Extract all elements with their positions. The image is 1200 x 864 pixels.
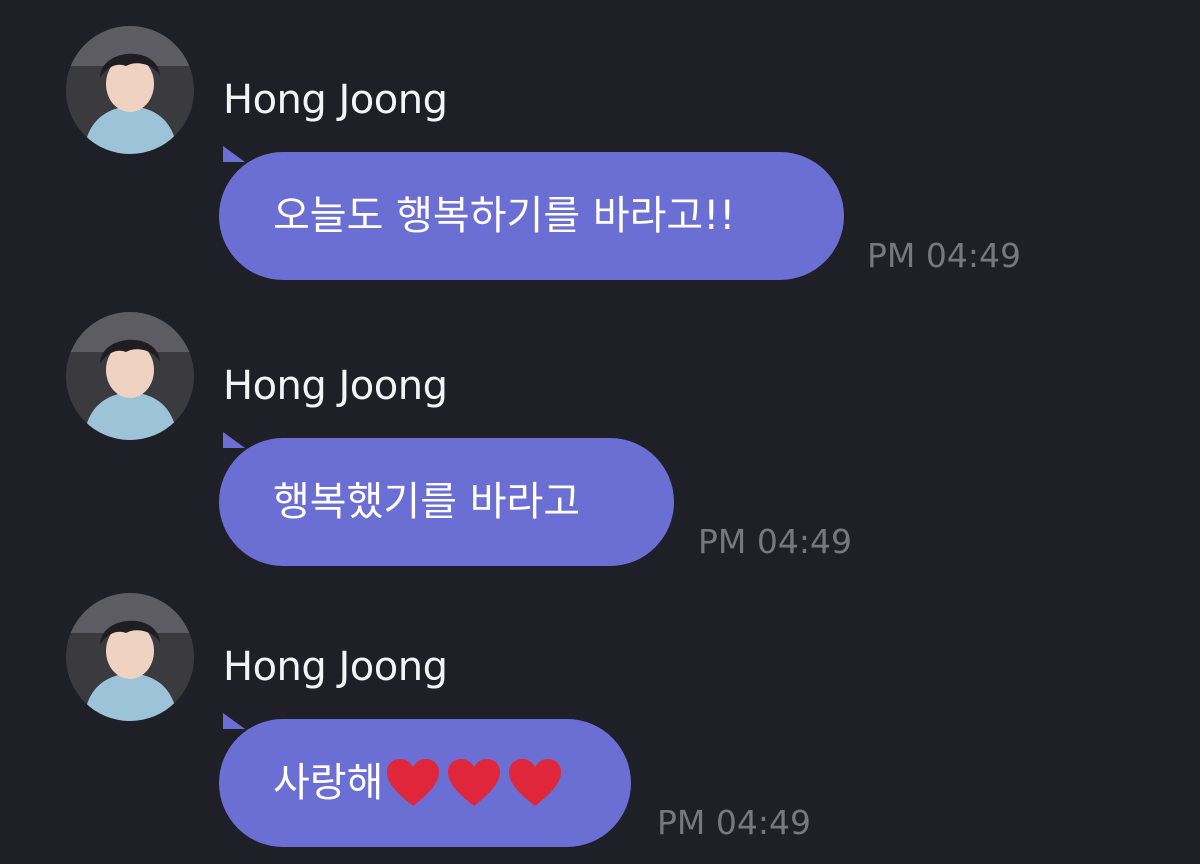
message-timestamp: PM 04:49: [698, 522, 852, 561]
sender-name: Hong Joong: [223, 644, 448, 690]
avatar[interactable]: [66, 26, 194, 154]
message-bubble[interactable]: 행복했기를 바라고: [219, 438, 674, 566]
red-heart-icon: [509, 759, 562, 806]
red-heart-icon: [448, 759, 501, 806]
heart-emoji-group: [385, 758, 568, 808]
avatar[interactable]: [66, 593, 194, 721]
message-group: Hong Joong 사랑해 PM 04:49: [0, 593, 1200, 853]
profile-photo-icon: [66, 26, 194, 154]
sender-name: Hong Joong: [223, 363, 448, 409]
chat-thread: Hong Joong 오늘도 행복하기를 바라고!! PM 04:49 Hong…: [0, 0, 1200, 864]
bubble-tail: [223, 713, 245, 729]
message-group: Hong Joong 오늘도 행복하기를 바라고!! PM 04:49: [0, 26, 1200, 286]
message-text: 행복했기를 바라고: [273, 479, 581, 525]
message-bubble[interactable]: 오늘도 행복하기를 바라고!!: [219, 152, 844, 280]
message-timestamp: PM 04:49: [657, 803, 811, 842]
message-bubble[interactable]: 사랑해: [219, 719, 631, 847]
message-text: 오늘도 행복하기를 바라고!!: [273, 193, 736, 239]
message-group: Hong Joong 행복했기를 바라고 PM 04:49: [0, 312, 1200, 572]
sender-name: Hong Joong: [223, 77, 448, 123]
red-heart-icon: [387, 759, 440, 806]
profile-photo-icon: [66, 593, 194, 721]
message-timestamp: PM 04:49: [867, 236, 1021, 275]
message-text: 사랑해: [273, 760, 384, 806]
avatar[interactable]: [66, 312, 194, 440]
bubble-tail: [223, 146, 245, 162]
bubble-tail: [223, 432, 245, 448]
profile-photo-icon: [66, 312, 194, 440]
